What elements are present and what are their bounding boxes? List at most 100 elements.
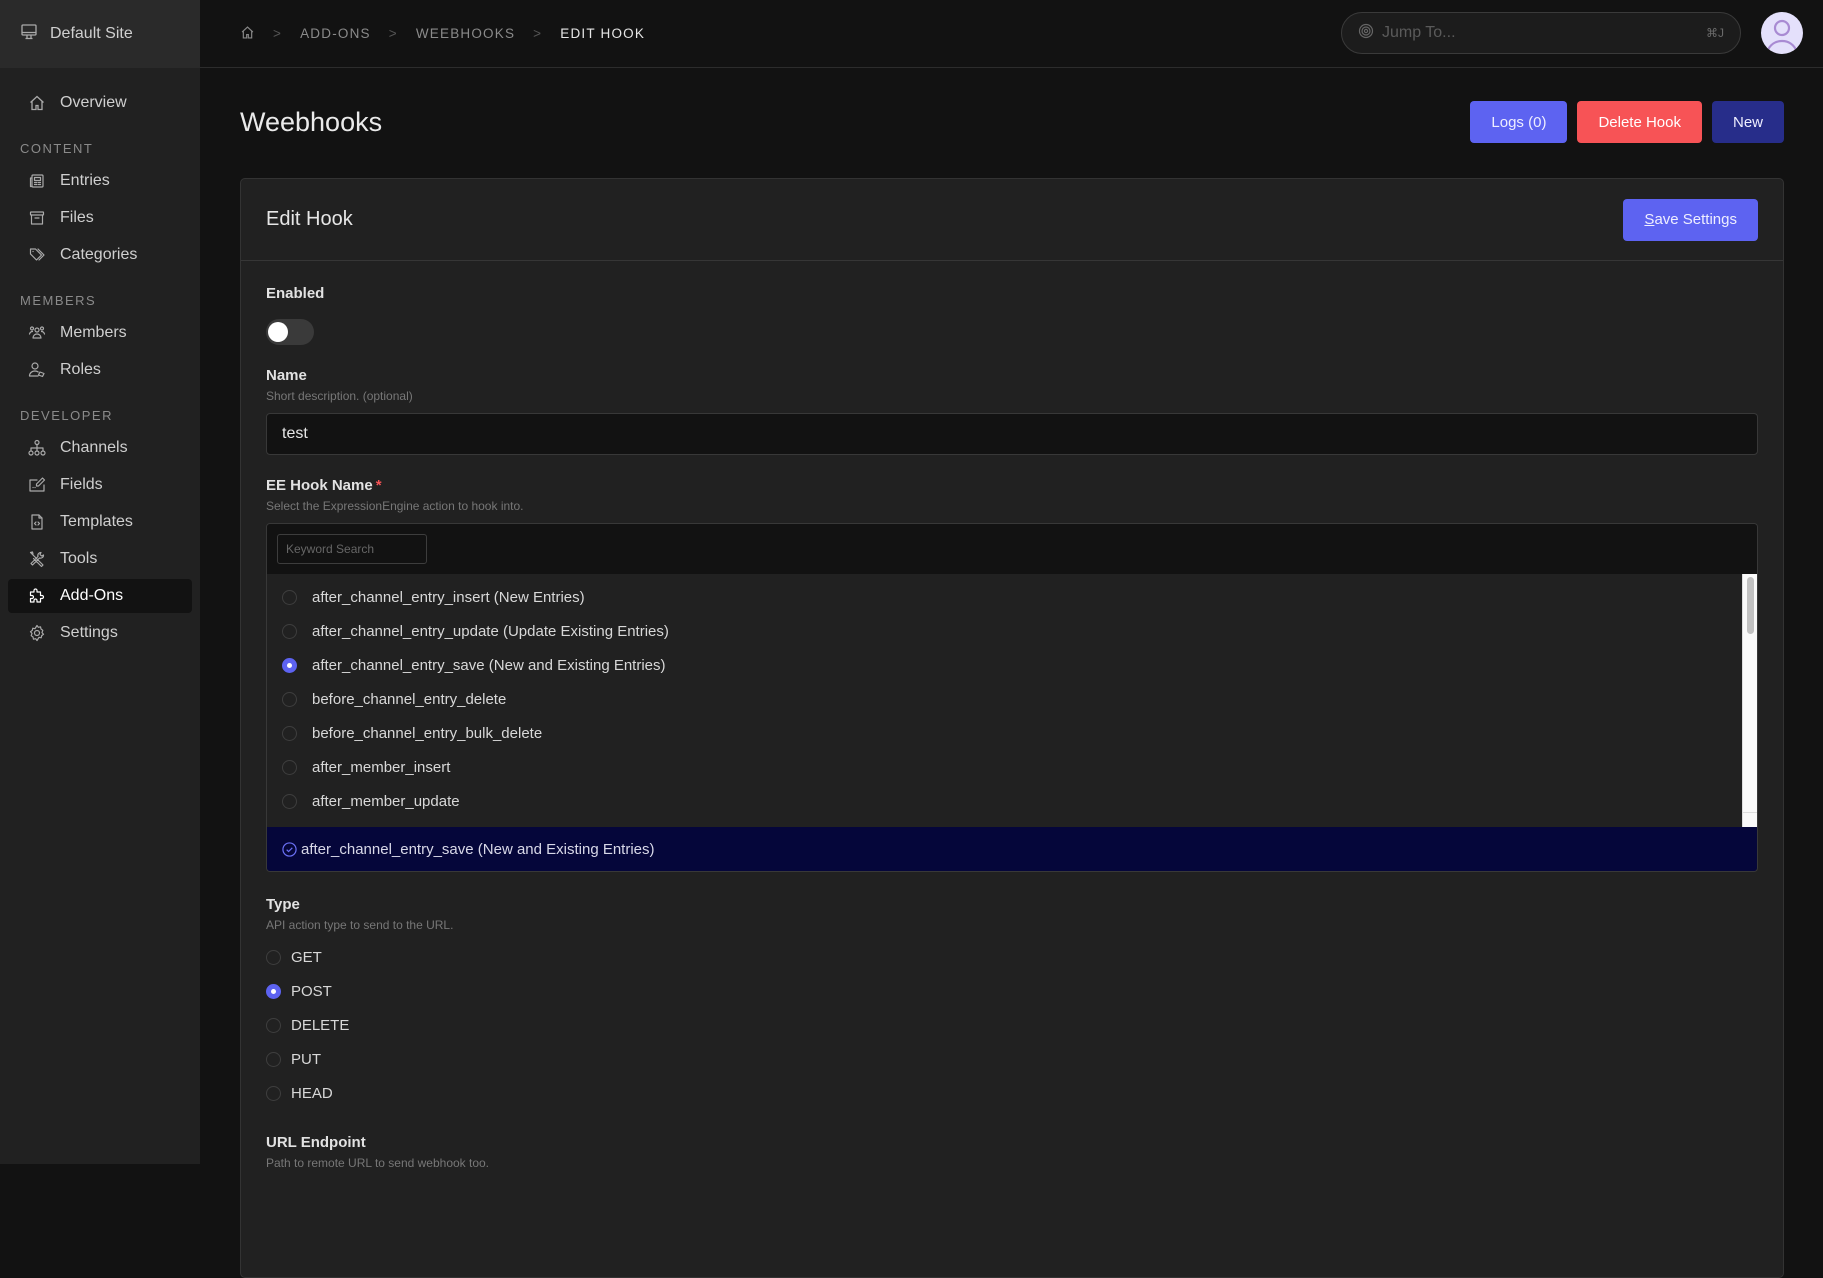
sidebar-item-overview[interactable]: Overview: [8, 86, 192, 120]
sitemap-icon: [28, 439, 46, 457]
breadcrumb-separator: >: [388, 26, 398, 41]
selected-hook-label: after_channel_entry_save (New and Existi…: [301, 840, 655, 858]
sidebar-item-fields[interactable]: Fields: [8, 468, 192, 502]
sidebar-item-roles[interactable]: Roles: [8, 353, 192, 387]
required-marker: *: [375, 477, 382, 494]
sidebar-item-label: Entries: [60, 172, 110, 189]
radio-button[interactable]: [282, 725, 297, 741]
hook-option[interactable]: before_channel_entry_bulk_delete: [267, 716, 1757, 750]
save-settings-button[interactable]: Save Settings: [1623, 198, 1758, 241]
edit-hook-panel: Edit Hook Save Settings Enabled Name Sho…: [240, 178, 1784, 1278]
sidebar-item-label: Settings: [60, 624, 118, 641]
hook-select: after_channel_entry_insert (New Entries)…: [266, 523, 1758, 872]
scrollbar[interactable]: [1742, 574, 1757, 827]
hook-option[interactable]: after_channel_entry_insert (New Entries): [267, 580, 1757, 614]
newspaper-icon: [28, 172, 46, 190]
archive-box-icon: [28, 209, 46, 227]
type-option-post[interactable]: POST: [266, 974, 1758, 1008]
breadcrumb-separator: >: [273, 26, 283, 41]
radio-button[interactable]: [266, 949, 281, 965]
radio-button[interactable]: [282, 759, 297, 775]
radio-button[interactable]: [282, 589, 297, 605]
site-switcher[interactable]: Default Site: [0, 0, 200, 68]
type-option-get[interactable]: GET: [266, 940, 1758, 974]
panel-title: Edit Hook: [266, 208, 353, 230]
radio-button[interactable]: [266, 1017, 281, 1033]
name-field: Name Short description. (optional): [266, 367, 1758, 455]
resize-handle[interactable]: [1743, 812, 1757, 827]
home-icon[interactable]: [240, 25, 255, 43]
gear-icon: [28, 624, 46, 642]
radio-button[interactable]: [282, 793, 297, 809]
sidebar-item-settings[interactable]: Settings: [8, 616, 192, 650]
sidebar-item-channels[interactable]: Channels: [8, 431, 192, 465]
check-circle-icon: [282, 841, 297, 857]
radio-button[interactable]: [282, 691, 297, 707]
field-label: Type: [266, 896, 300, 913]
jump-to-search[interactable]: ⌘J: [1341, 12, 1741, 54]
radio-button[interactable]: [282, 623, 297, 639]
selected-hook: after_channel_entry_save (New and Existi…: [267, 827, 1757, 871]
field-description: API action type to send to the URL.: [266, 918, 454, 932]
top-bar: > ADD-ONS > WEEBHOOKS > EDIT HOOK ⌘J: [200, 0, 1823, 68]
breadcrumb-current: EDIT HOOK: [560, 26, 646, 41]
hook-option-label: after_member_update: [312, 792, 460, 810]
home-icon: [28, 94, 46, 112]
hook-option[interactable]: after_member_update: [267, 784, 1757, 818]
sidebar-section-title: MEMBERS: [20, 293, 97, 308]
radio-button[interactable]: [266, 983, 281, 999]
hook-option[interactable]: after_channel_entry_update (Update Exist…: [267, 614, 1757, 648]
radio-button[interactable]: [266, 1085, 281, 1101]
sidebar-section-title: DEVELOPER: [20, 408, 113, 423]
main-content: Weebhooks Logs (0) Delete Hook New Edit …: [240, 68, 1784, 1278]
hook-option[interactable]: after_channel_entry_save (New and Existi…: [267, 648, 1757, 682]
save-settings-label: Save Settings: [1644, 211, 1737, 228]
sidebar-item-tools[interactable]: Tools: [8, 542, 192, 576]
type-option-delete[interactable]: DELETE: [266, 1008, 1758, 1042]
hook-option[interactable]: before_channel_entry_delete: [267, 682, 1757, 716]
field-label: EE Hook Name *: [266, 477, 382, 494]
radio-button[interactable]: [282, 657, 297, 673]
new-button[interactable]: New: [1711, 101, 1784, 143]
radio-button[interactable]: [266, 1051, 281, 1067]
field-label: URL Endpoint: [266, 1134, 366, 1151]
type-option-label: POST: [291, 982, 332, 1000]
sidebar-item-label: Categories: [60, 246, 138, 263]
hook-option-label: after_channel_entry_update (Update Exist…: [312, 622, 669, 640]
sidebar-item-members[interactable]: Members: [8, 316, 192, 350]
hook-name-field: EE Hook Name * Select the ExpressionEngin…: [266, 477, 1758, 872]
name-input[interactable]: [266, 413, 1758, 455]
target-icon: [1358, 23, 1374, 44]
breadcrumb-separator: >: [533, 26, 543, 41]
sidebar-item-entries[interactable]: Entries: [8, 164, 192, 198]
sidebar-item-label: Add-Ons: [60, 587, 124, 604]
delete-hook-button[interactable]: Delete Hook: [1577, 101, 1702, 143]
sidebar-item-label: Tools: [60, 550, 98, 567]
keyboard-shortcut: ⌘J: [1706, 26, 1724, 40]
users-icon: [28, 324, 46, 342]
breadcrumb-weebhooks[interactable]: WEEBHOOKS: [416, 26, 515, 41]
type-radio-group: GET POST DELETE PUT HEAD: [266, 940, 1758, 1110]
user-avatar[interactable]: [1761, 12, 1803, 54]
field-label: Enabled: [266, 285, 325, 302]
breadcrumb-addons[interactable]: ADD-ONS: [300, 26, 371, 41]
sidebar-item-label: Channels: [60, 439, 128, 456]
enabled-toggle[interactable]: [266, 319, 314, 345]
hook-option-label: after_channel_entry_save (New and Existi…: [312, 656, 666, 674]
sidebar-item-categories[interactable]: Categories: [8, 238, 192, 272]
jump-to-input[interactable]: [1382, 24, 1706, 42]
hook-option[interactable]: after_member_insert: [267, 750, 1757, 784]
type-option-label: HEAD: [291, 1084, 333, 1102]
logs-button[interactable]: Logs (0): [1470, 101, 1568, 143]
sidebar-item-files[interactable]: Files: [8, 201, 192, 235]
type-option-label: PUT: [291, 1050, 321, 1068]
type-option-put[interactable]: PUT: [266, 1042, 1758, 1076]
keyword-search-input[interactable]: [277, 534, 427, 564]
sidebar-item-add-ons[interactable]: Add-Ons: [8, 579, 192, 613]
file-code-icon: [28, 513, 46, 531]
site-name: Default Site: [50, 25, 133, 42]
type-option-label: DELETE: [291, 1016, 350, 1034]
sidebar-item-templates[interactable]: Templates: [8, 505, 192, 539]
sidebar-item-label: Fields: [60, 476, 103, 493]
type-option-head[interactable]: HEAD: [266, 1076, 1758, 1110]
